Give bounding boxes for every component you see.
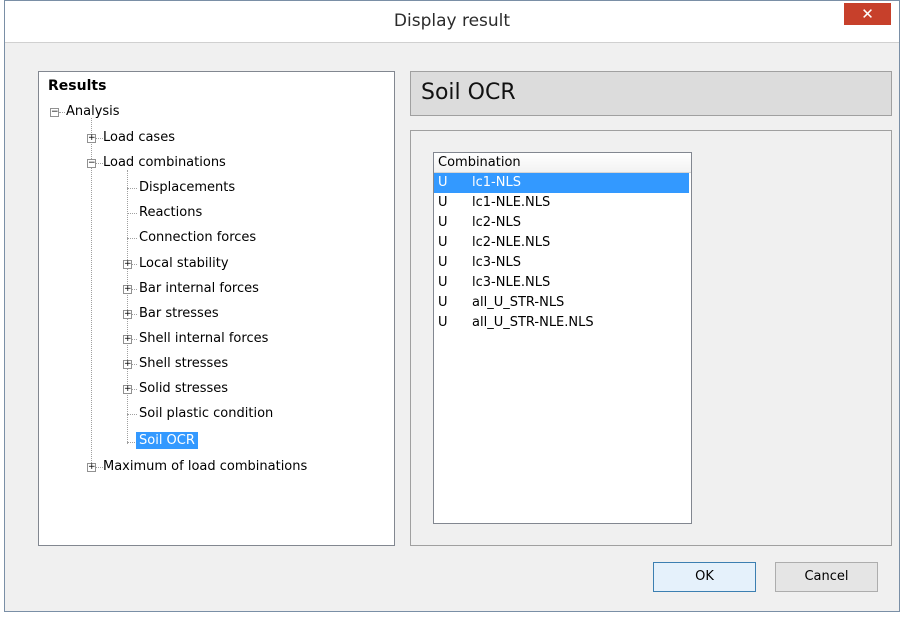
expand-icon[interactable]: + bbox=[123, 360, 132, 369]
tree-node-displacements[interactable]: Displacements bbox=[136, 179, 238, 197]
collapse-icon[interactable]: − bbox=[50, 108, 59, 117]
expand-icon[interactable]: + bbox=[87, 134, 96, 143]
window-title: Display result bbox=[393, 11, 511, 31]
tree-node-soil-plastic-condition[interactable]: Soil plastic condition bbox=[136, 405, 276, 423]
close-icon: ✕ bbox=[861, 5, 874, 23]
tree-node-bar-internal-forces[interactable]: Bar internal forces bbox=[136, 280, 262, 298]
tree-node-soil-ocr[interactable]: Soil OCR bbox=[136, 432, 198, 450]
tree-node-local-stability[interactable]: Local stability bbox=[136, 255, 232, 273]
expand-icon[interactable]: + bbox=[123, 310, 132, 319]
tree-node-maximum-of-load-combinations[interactable]: Maximum of load combinations bbox=[100, 458, 310, 476]
list-item[interactable]: Ulc3-NLE.NLS bbox=[434, 273, 691, 293]
tree-node-connection-forces[interactable]: Connection forces bbox=[136, 229, 259, 247]
tree-node-bar-stresses[interactable]: Bar stresses bbox=[136, 305, 222, 323]
list-item[interactable]: Ulc2-NLE.NLS bbox=[434, 233, 691, 253]
expand-icon[interactable]: + bbox=[87, 463, 96, 472]
list-item[interactable]: Uall_U_STR-NLS bbox=[434, 293, 691, 313]
result-title: Soil OCR bbox=[421, 80, 516, 105]
close-button[interactable]: ✕ bbox=[844, 3, 891, 25]
list-item[interactable]: Ulc1-NLE.NLS bbox=[434, 193, 691, 213]
dialog-window: Display result ✕ Results − Analysis + Lo… bbox=[4, 0, 900, 612]
cancel-button[interactable]: Cancel bbox=[775, 562, 878, 592]
list-item[interactable]: Ulc1-NLS bbox=[434, 173, 689, 193]
list-item[interactable]: Ulc3-NLS bbox=[434, 253, 691, 273]
tree-node-solid-stresses[interactable]: Solid stresses bbox=[136, 380, 231, 398]
tree-node-shell-internal-forces[interactable]: Shell internal forces bbox=[136, 330, 271, 348]
ok-button[interactable]: OK bbox=[653, 562, 756, 592]
list-item[interactable]: Uall_U_STR-NLE.NLS bbox=[434, 313, 691, 333]
tree-node-shell-stresses[interactable]: Shell stresses bbox=[136, 355, 231, 373]
list-item[interactable]: Ulc2-NLS bbox=[434, 213, 691, 233]
combination-list[interactable]: Combination Ulc1-NLS Ulc1-NLE.NLS Ulc2-N… bbox=[433, 152, 692, 524]
title-bar[interactable]: Display result ✕ bbox=[5, 1, 899, 43]
tree-root-label: Results bbox=[48, 78, 107, 94]
tree-node-reactions[interactable]: Reactions bbox=[136, 204, 205, 222]
results-tree: Results − Analysis + Load cases − Load c… bbox=[38, 71, 395, 546]
result-content: Combination Ulc1-NLS Ulc1-NLE.NLS Ulc2-N… bbox=[410, 130, 892, 546]
expand-icon[interactable]: + bbox=[123, 260, 132, 269]
column-header-combination[interactable]: Combination bbox=[434, 153, 691, 173]
result-header: Soil OCR bbox=[410, 71, 892, 116]
collapse-icon[interactable]: − bbox=[87, 159, 96, 168]
expand-icon[interactable]: + bbox=[123, 335, 132, 344]
tree-node-analysis[interactable]: Analysis bbox=[63, 103, 123, 121]
tree-node-load-cases[interactable]: Load cases bbox=[100, 129, 178, 147]
expand-icon[interactable]: + bbox=[123, 385, 132, 394]
tree-node-load-combinations[interactable]: Load combinations bbox=[100, 154, 229, 172]
expand-icon[interactable]: + bbox=[123, 285, 132, 294]
